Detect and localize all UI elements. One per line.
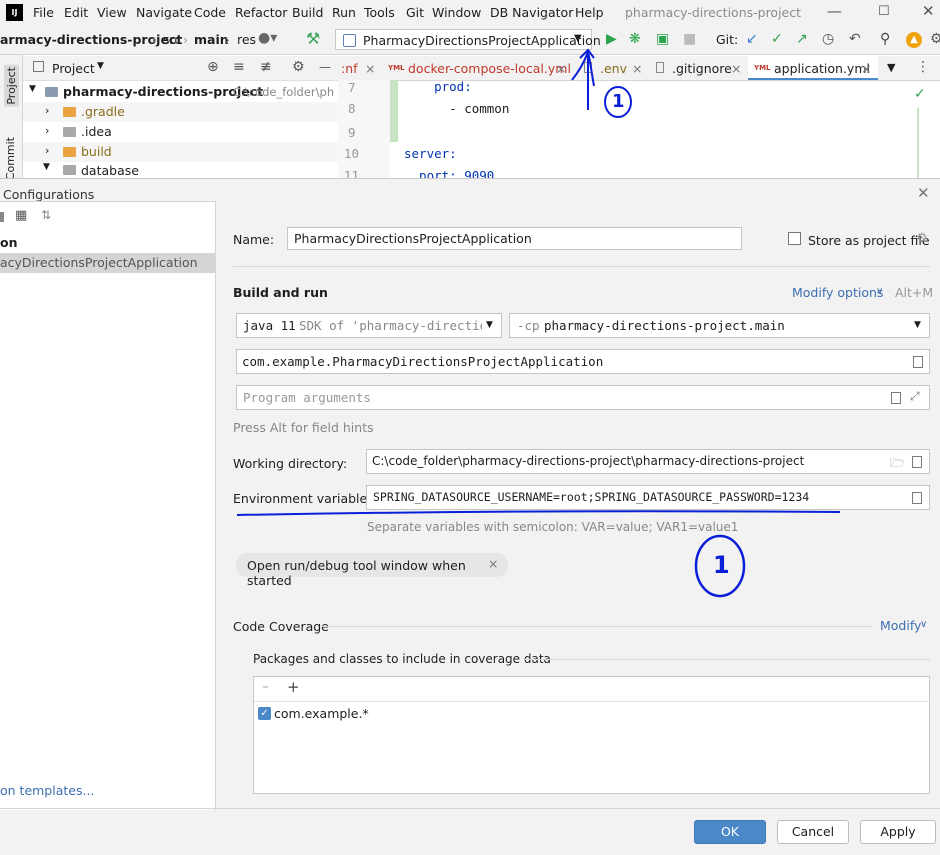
annotation-overlay bbox=[236, 48, 841, 598]
annotation-number-one: 1 bbox=[612, 91, 625, 112]
annotation-arrow bbox=[571, 48, 595, 87]
annotation-underline bbox=[236, 510, 841, 516]
annotation-number-two: 1 bbox=[713, 551, 730, 579]
